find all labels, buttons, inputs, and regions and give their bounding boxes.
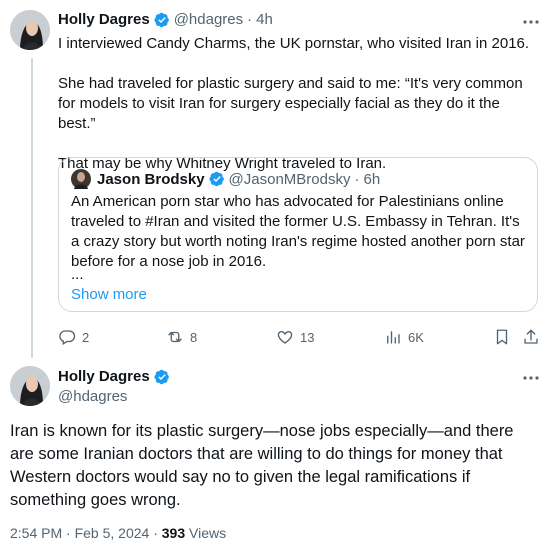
parent-author-handle[interactable]: @hdagres xyxy=(174,11,243,28)
parent-tweet-time[interactable]: 4h xyxy=(256,11,273,28)
quoted-tweet-card[interactable]: Jason Brodsky @JasonMBrodsky · 6h An Ame… xyxy=(58,157,538,312)
main-tweet-text: Iran is known for its plastic surgery—no… xyxy=(10,422,514,509)
views-button[interactable]: 6K xyxy=(384,328,424,346)
quoted-author-handle: @JasonMBrodsky xyxy=(228,170,351,188)
views-label: Views xyxy=(189,525,227,541)
quoted-tweet-text: An American porn star who has advocated … xyxy=(71,193,525,270)
avatar-image xyxy=(10,366,50,406)
more-options-icon[interactable] xyxy=(520,370,542,386)
quoted-author-name: Jason Brodsky xyxy=(97,170,205,188)
reply-icon xyxy=(59,330,76,345)
avatar-image xyxy=(10,10,50,50)
header-separator: · xyxy=(354,170,360,188)
parent-tweet-header: Holly Dagres @hdagres · 4h xyxy=(58,11,273,28)
thread-connector-line xyxy=(31,58,33,358)
repost-icon xyxy=(168,331,182,343)
views-count: 6K xyxy=(408,329,424,345)
main-author-name[interactable]: Holly Dagres xyxy=(58,368,150,385)
more-options-icon[interactable] xyxy=(520,14,542,30)
repost-count: 8 xyxy=(190,329,198,345)
quoted-author-avatar xyxy=(71,169,91,189)
share-icon[interactable] xyxy=(522,328,540,346)
quoted-tweet-time: 6h xyxy=(363,170,381,188)
show-more-link[interactable]: Show more xyxy=(71,285,147,305)
heart-icon xyxy=(277,331,293,344)
parent-tweet-text: I interviewed Candy Charms, the UK porns… xyxy=(58,34,533,174)
verified-badge-icon xyxy=(208,171,224,187)
like-count: 13 xyxy=(300,329,315,345)
quoted-tweet-ellipsis: ... xyxy=(71,266,84,283)
parent-author-name[interactable]: Holly Dagres xyxy=(58,11,150,28)
tweet-metadata: 2:54 PM · Feb 5, 2024 · 393 Views xyxy=(10,525,226,541)
like-button[interactable]: 13 xyxy=(276,328,314,346)
verified-badge-icon[interactable] xyxy=(154,12,170,28)
views-number: 393 xyxy=(161,525,186,541)
bookmark-icon[interactable] xyxy=(493,328,511,346)
verified-badge-icon[interactable] xyxy=(154,369,170,385)
quoted-tweet-header: Jason Brodsky @JasonMBrodsky · 6h xyxy=(71,169,380,189)
main-author-avatar[interactable] xyxy=(10,366,50,406)
tweet-paragraph: I interviewed Candy Charms, the UK porns… xyxy=(58,35,530,52)
reply-button[interactable]: 2 xyxy=(58,328,89,346)
analytics-bar-icon xyxy=(387,331,400,344)
tweet-paragraph: She had traveled for plastic surgery and… xyxy=(58,75,523,132)
main-tweet-header: Holly Dagres xyxy=(58,368,170,385)
main-author-handle[interactable]: @hdagres xyxy=(58,388,127,405)
reply-count: 2 xyxy=(82,329,90,345)
parent-author-avatar[interactable] xyxy=(10,10,50,50)
header-separator: · xyxy=(247,11,253,28)
repost-button[interactable]: 8 xyxy=(166,328,197,346)
tweet-timestamp[interactable]: 2:54 PM · Feb 5, 2024 · xyxy=(10,525,162,541)
